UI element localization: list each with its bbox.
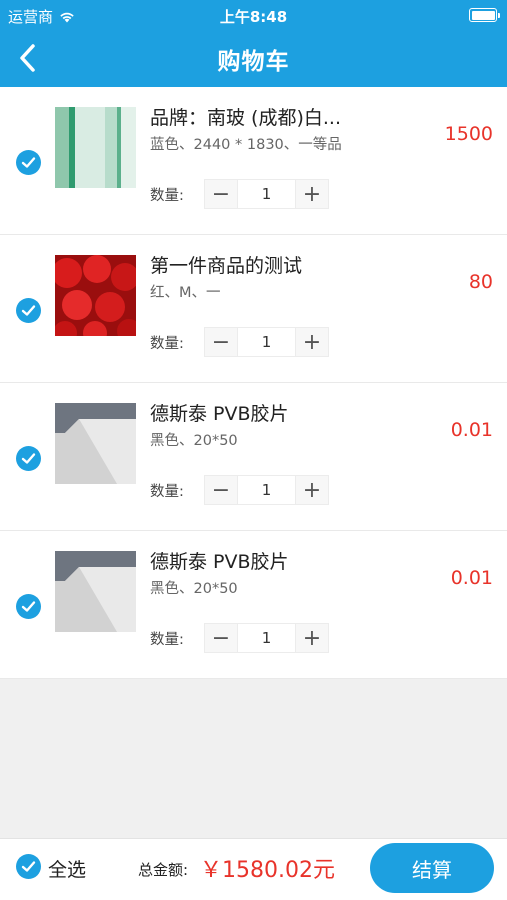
quantity-value[interactable]: 1: [237, 328, 296, 356]
quantity-value[interactable]: 1: [237, 624, 296, 652]
cart-item: 品牌：南玻 (成都)白... 蓝色、2440 * 1830、一等品 1500 数…: [0, 87, 507, 235]
product-name[interactable]: 德斯泰 PVB胶片: [150, 399, 289, 426]
quantity-stepper: − 1 +: [204, 475, 329, 505]
item-checkbox[interactable]: [16, 298, 41, 323]
quantity-label: 数量:: [150, 336, 184, 352]
check-icon: [21, 861, 36, 872]
cart-item: 第一件商品的测试 红、M、一 80 数量: − 1 +: [0, 235, 507, 383]
product-price: 1500: [444, 123, 493, 145]
cart-list: 品牌：南玻 (成都)白... 蓝色、2440 * 1830、一等品 1500 数…: [0, 87, 507, 679]
nav-bar: 购物车: [0, 30, 507, 87]
minus-icon: −: [211, 477, 231, 503]
quantity-stepper: − 1 +: [204, 623, 329, 653]
quantity-stepper: − 1 +: [204, 327, 329, 357]
product-spec: 红、M、一: [150, 285, 221, 301]
increment-button[interactable]: +: [296, 180, 328, 208]
decrement-button[interactable]: −: [205, 180, 237, 208]
cart-item: 德斯泰 PVB胶片 黑色、20*50 0.01 数量: − 1 +: [0, 383, 507, 531]
quantity-stepper: − 1 +: [204, 179, 329, 209]
product-name[interactable]: 品牌：南玻 (成都)白...: [150, 103, 341, 130]
increment-button[interactable]: +: [296, 624, 328, 652]
total-amount: ￥1580.02元: [200, 858, 335, 883]
product-price: 0.01: [450, 567, 493, 589]
product-price: 0.01: [450, 419, 493, 441]
product-price: 80: [468, 271, 493, 293]
check-icon: [21, 453, 36, 464]
decrement-button[interactable]: −: [205, 476, 237, 504]
product-name[interactable]: 德斯泰 PVB胶片: [150, 547, 289, 574]
increment-button[interactable]: +: [296, 328, 328, 356]
item-checkbox[interactable]: [16, 150, 41, 175]
plus-icon: +: [302, 181, 322, 207]
plus-icon: +: [302, 477, 322, 503]
quantity-value[interactable]: 1: [237, 180, 296, 208]
status-time: 上午8:48: [219, 8, 288, 26]
decrement-button[interactable]: −: [205, 328, 237, 356]
product-spec: 黑色、20*50: [150, 433, 238, 449]
increment-button[interactable]: +: [296, 476, 328, 504]
select-all-label[interactable]: 全选: [48, 855, 86, 882]
product-image-red[interactable]: [55, 255, 136, 336]
checkout-button[interactable]: 结算: [370, 843, 494, 893]
plus-icon: +: [302, 329, 322, 355]
minus-icon: −: [211, 329, 231, 355]
product-image-pvb[interactable]: [55, 551, 136, 632]
quantity-label: 数量:: [150, 484, 184, 500]
total-label: 总金额:: [138, 861, 189, 879]
product-spec: 蓝色、2440 * 1830、一等品: [150, 137, 342, 153]
check-icon: [21, 601, 36, 612]
product-image-pvb[interactable]: [55, 403, 136, 484]
select-all-checkbox[interactable]: [16, 854, 41, 879]
battery-icon: [469, 8, 500, 22]
status-bar: 运营商 上午8:48: [0, 0, 507, 30]
cart-item: 德斯泰 PVB胶片 黑色、20*50 0.01 数量: − 1 +: [0, 531, 507, 679]
check-icon: [21, 305, 36, 316]
quantity-value[interactable]: 1: [237, 476, 296, 504]
decrement-button[interactable]: −: [205, 624, 237, 652]
quantity-label: 数量:: [150, 188, 184, 204]
page-title: 购物车: [217, 49, 290, 75]
product-name[interactable]: 第一件商品的测试: [150, 251, 302, 278]
minus-icon: −: [211, 625, 231, 651]
item-checkbox[interactable]: [16, 446, 41, 471]
product-image-glass[interactable]: [55, 107, 136, 188]
checkout-bar: 全选 总金额: ￥1580.02元 结算: [0, 838, 507, 900]
product-spec: 黑色、20*50: [150, 581, 238, 597]
plus-icon: +: [302, 625, 322, 651]
quantity-label: 数量:: [150, 632, 184, 648]
check-icon: [21, 157, 36, 168]
item-checkbox[interactable]: [16, 594, 41, 619]
minus-icon: −: [211, 181, 231, 207]
